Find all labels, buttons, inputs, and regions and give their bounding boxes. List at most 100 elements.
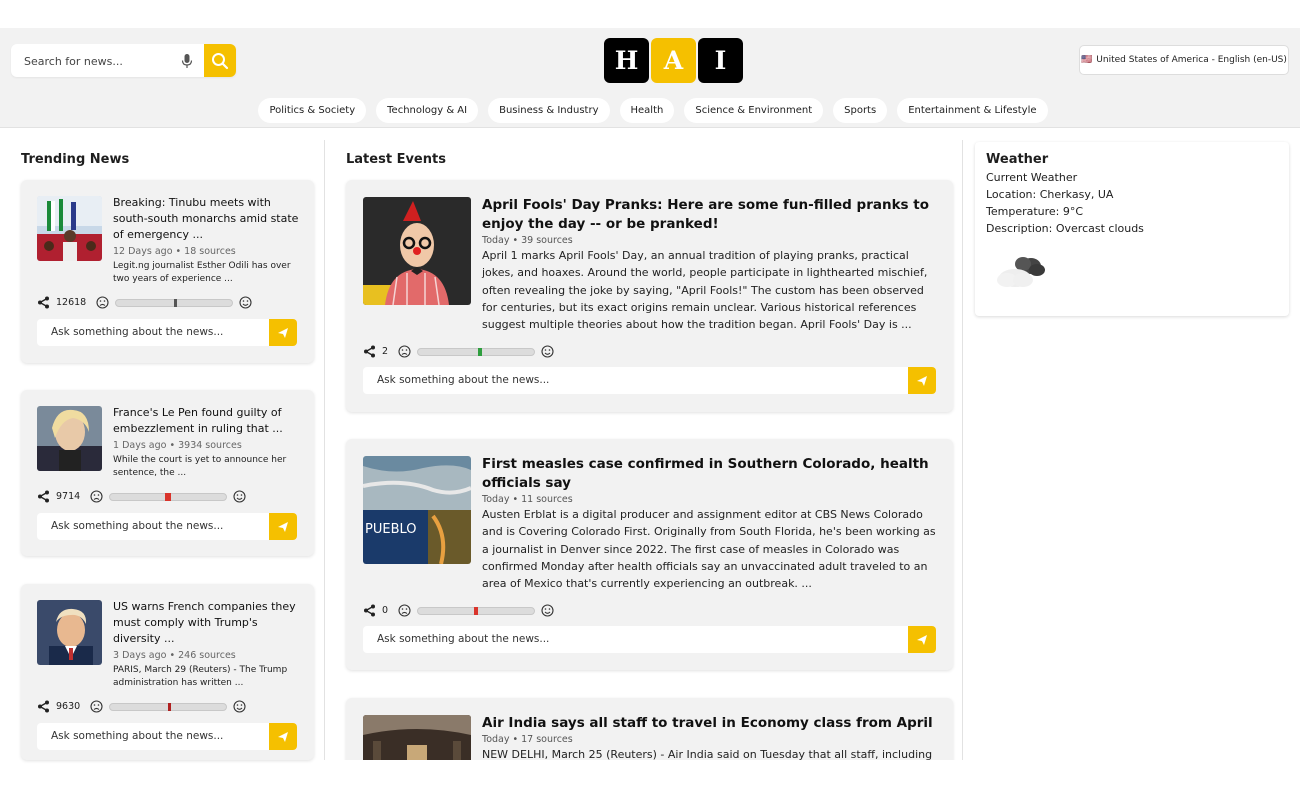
us-flag-icon: 🇺🇸 (1081, 55, 1093, 65)
send-button[interactable] (908, 367, 936, 394)
weather-location: Location: Cherkasy, UA (986, 188, 1114, 201)
ask-news-input[interactable]: Ask something about the news... (363, 626, 936, 653)
trending-card[interactable]: France's Le Pen found guilty of embezzle… (21, 390, 314, 556)
weather-heading: Weather (986, 152, 1049, 167)
sentiment-marker (164, 492, 171, 501)
microphone-icon[interactable] (180, 53, 194, 69)
header-bar: H A I 🇺🇸 United States of America - Engl… (0, 28, 1300, 128)
news-title[interactable]: Breaking: Tinubu meets with south-south … (113, 195, 303, 243)
ask-news-input[interactable]: Ask something about the news... (37, 513, 297, 540)
event-actions: 0 (363, 604, 554, 617)
search-box (11, 44, 236, 77)
site-logo[interactable]: H A I (604, 38, 743, 83)
category-politics[interactable]: Politics & Society (258, 98, 367, 123)
news-snippet: PARIS, March 29 (Reuters) - The Trump ad… (113, 665, 288, 688)
share-count: 0 (382, 605, 389, 616)
event-thumbnail: PUEBLO (363, 456, 471, 564)
news-snippet: Legit.ng journalist Esther Odili has ove… (113, 261, 291, 284)
news-actions: 9630 (37, 700, 246, 713)
trending-card[interactable]: Breaking: Tinubu meets with south-south … (21, 180, 314, 363)
category-nav: Politics & Society Technology & AI Busin… (0, 98, 1300, 123)
weather-temperature: Temperature: 9°C (986, 205, 1084, 218)
send-icon (278, 731, 288, 742)
weather-details: Current Weather Location: Cherkasy, UA T… (986, 169, 1144, 237)
share-count: 9630 (56, 701, 81, 712)
send-button[interactable] (908, 626, 936, 653)
share-icon[interactable] (37, 296, 50, 309)
share-icon[interactable] (37, 700, 50, 713)
event-card[interactable]: PUEBLO First measles case confirmed in S… (346, 439, 953, 670)
event-card[interactable]: April Fools' Day Pranks: Here are some f… (346, 180, 953, 412)
share-count: 2 (382, 346, 389, 357)
event-meta: Today • 11 sources (482, 494, 573, 505)
sentiment-bar (417, 606, 535, 615)
trending-card[interactable]: US warns French companies they must comp… (21, 584, 314, 760)
language-selector[interactable]: 🇺🇸 United States of America - English (e… (1079, 45, 1289, 75)
news-thumbnail (37, 600, 102, 665)
logo-letter-i: I (698, 38, 743, 83)
happy-face-icon (239, 296, 252, 309)
happy-face-icon (541, 604, 554, 617)
share-count: 12618 (56, 297, 87, 308)
news-title[interactable]: US warns French companies they must comp… (113, 599, 303, 647)
event-thumbnail (363, 715, 471, 760)
news-actions: 9714 (37, 490, 246, 503)
category-sports[interactable]: Sports (833, 98, 888, 123)
share-count: 9714 (56, 491, 81, 502)
news-meta: 12 Days ago • 18 sources (113, 246, 236, 257)
send-icon (917, 375, 927, 386)
share-icon[interactable] (363, 345, 376, 358)
event-title[interactable]: Air India says all staff to travel in Ec… (482, 714, 942, 733)
sad-face-icon (398, 604, 411, 617)
share-icon[interactable] (37, 490, 50, 503)
ask-placeholder: Ask something about the news... (377, 633, 550, 645)
event-card[interactable]: Air India says all staff to travel in Ec… (346, 698, 953, 760)
sad-face-icon (96, 296, 109, 309)
sentiment-bar (115, 298, 233, 307)
ask-placeholder: Ask something about the news... (51, 520, 224, 532)
search-button[interactable] (204, 44, 236, 77)
category-health[interactable]: Health (619, 98, 675, 123)
news-title[interactable]: France's Le Pen found guilty of embezzle… (113, 405, 303, 437)
latest-events-heading: Latest Events (346, 152, 446, 167)
send-icon (278, 521, 288, 532)
language-label: United States of America - English (en-U… (1096, 55, 1287, 65)
sad-face-icon (90, 490, 103, 503)
ask-news-input[interactable]: Ask something about the news... (363, 367, 936, 394)
happy-face-icon (233, 490, 246, 503)
category-entertainment[interactable]: Entertainment & Lifestyle (897, 98, 1048, 123)
event-meta: Today • 39 sources (482, 235, 573, 246)
send-button[interactable] (269, 513, 297, 540)
share-icon[interactable] (363, 604, 376, 617)
search-input[interactable] (24, 51, 174, 71)
news-snippet: While the court is yet to announce her s… (113, 455, 287, 478)
send-button[interactable] (269, 723, 297, 750)
logo-letter-h: H (604, 38, 649, 83)
ask-placeholder: Ask something about the news... (51, 326, 224, 338)
category-science[interactable]: Science & Environment (684, 98, 824, 123)
ask-news-input[interactable]: Ask something about the news... (37, 723, 297, 750)
event-actions: 2 (363, 345, 554, 358)
sentiment-bar (417, 347, 535, 356)
ask-placeholder: Ask something about the news... (377, 374, 550, 386)
weather-description: Description: Overcast clouds (986, 222, 1144, 235)
latest-events-column: Latest Events April Fools' Day Pranks: H… (336, 140, 963, 760)
event-title[interactable]: First measles case confirmed in Southern… (482, 455, 942, 493)
event-title[interactable]: April Fools' Day Pranks: Here are some f… (482, 196, 942, 234)
event-body: April 1 marks April Fools' Day, an annua… (482, 249, 928, 332)
news-thumbnail (37, 406, 102, 471)
trending-heading: Trending News (21, 152, 130, 167)
logo-letter-a: A (651, 38, 696, 83)
category-technology[interactable]: Technology & AI (376, 98, 479, 123)
sad-face-icon (398, 345, 411, 358)
category-business[interactable]: Business & Industry (488, 98, 610, 123)
image-caption: PUEBLO (365, 522, 417, 537)
send-button[interactable] (269, 319, 297, 346)
ask-news-input[interactable]: Ask something about the news... (37, 319, 297, 346)
weather-subtitle: Current Weather (986, 171, 1078, 184)
sentiment-marker (168, 702, 171, 711)
event-body: Austen Erblat is a digital producer and … (482, 508, 936, 591)
trending-column: Trending News Breaking: Tinubu meets wit… (10, 140, 325, 760)
search-icon (212, 52, 229, 69)
news-actions: 12618 (37, 296, 252, 309)
